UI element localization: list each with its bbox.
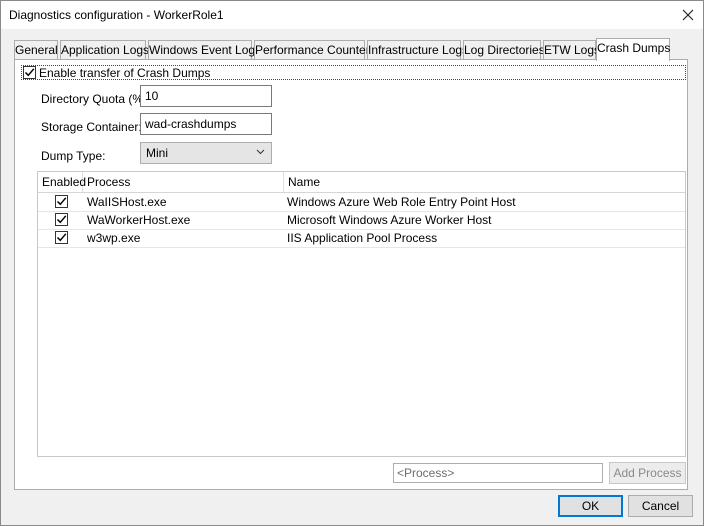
close-icon xyxy=(682,9,694,21)
chevron-down-icon xyxy=(256,149,265,155)
row-process: WaIISHost.exe xyxy=(87,195,167,209)
cancel-button[interactable]: Cancel xyxy=(628,495,693,517)
dump-type-value: Mini xyxy=(146,146,169,160)
tab-infrastructure-logs[interactable]: Infrastructure Logs xyxy=(367,40,468,59)
dump-type-select[interactable]: Mini xyxy=(140,142,272,164)
row-process: WaWorkerHost.exe xyxy=(87,213,191,227)
process-input[interactable]: <Process> xyxy=(393,463,603,483)
checkmark-icon xyxy=(24,68,35,77)
row-enabled-checkbox[interactable] xyxy=(55,213,68,226)
table-row[interactable]: WaWorkerHost.exe Microsoft Windows Azure… xyxy=(38,211,685,230)
checkmark-icon xyxy=(56,233,67,242)
process-table: Enabled Process Name WaIISHost.exe Windo… xyxy=(37,171,686,457)
tab-etw-logs[interactable]: ETW Logs xyxy=(543,40,600,59)
column-header-name[interactable]: Name xyxy=(284,172,685,192)
column-header-enabled[interactable]: Enabled xyxy=(38,172,86,192)
row-enabled-checkbox[interactable] xyxy=(55,195,68,208)
dialog-window: Diagnostics configuration - WorkerRole1 … xyxy=(0,0,704,526)
checkmark-icon xyxy=(56,215,67,224)
row-process: w3wp.exe xyxy=(87,231,141,245)
dump-type-label: Dump Type: xyxy=(41,149,106,163)
directory-quota-input[interactable]: 10 xyxy=(140,85,272,107)
add-process-button[interactable]: Add Process xyxy=(609,462,686,484)
tab-crash-dumps[interactable]: Crash Dumps xyxy=(596,38,670,61)
ok-button[interactable]: OK xyxy=(558,495,623,517)
enable-crash-dumps-label: Enable transfer of Crash Dumps xyxy=(39,66,211,80)
tab-general[interactable]: General xyxy=(14,40,58,59)
tab-windows-event-logs[interactable]: Windows Event Logs xyxy=(148,40,261,59)
storage-container-input[interactable]: wad-crashdumps xyxy=(140,113,272,135)
tab-log-directories[interactable]: Log Directories xyxy=(463,40,545,59)
window-title: Diagnostics configuration - WorkerRole1 xyxy=(9,8,224,22)
enable-crash-dumps-row[interactable]: Enable transfer of Crash Dumps xyxy=(21,65,686,80)
table-header: Enabled Process Name xyxy=(38,172,685,193)
column-header-process[interactable]: Process xyxy=(83,172,284,192)
row-name: IIS Application Pool Process xyxy=(287,231,438,245)
tab-performance-counters[interactable]: Performance Counters xyxy=(254,40,376,59)
row-name: Windows Azure Web Role Entry Point Host xyxy=(287,195,516,209)
close-button[interactable] xyxy=(673,1,703,29)
checkmark-icon xyxy=(56,197,67,206)
table-row[interactable]: w3wp.exe IIS Application Pool Process xyxy=(38,229,685,248)
tab-application-logs[interactable]: Application Logs xyxy=(60,40,149,59)
storage-container-label: Storage Container: xyxy=(41,120,142,134)
enable-crash-dumps-checkbox[interactable] xyxy=(23,66,36,79)
title-bar: Diagnostics configuration - WorkerRole1 xyxy=(1,1,703,29)
row-enabled-checkbox[interactable] xyxy=(55,231,68,244)
directory-quota-label: Directory Quota (%): xyxy=(41,92,151,106)
crash-dumps-panel: Enable transfer of Crash Dumps Directory… xyxy=(14,59,688,490)
row-name: Microsoft Windows Azure Worker Host xyxy=(287,213,492,227)
table-row[interactable]: WaIISHost.exe Windows Azure Web Role Ent… xyxy=(38,193,685,212)
